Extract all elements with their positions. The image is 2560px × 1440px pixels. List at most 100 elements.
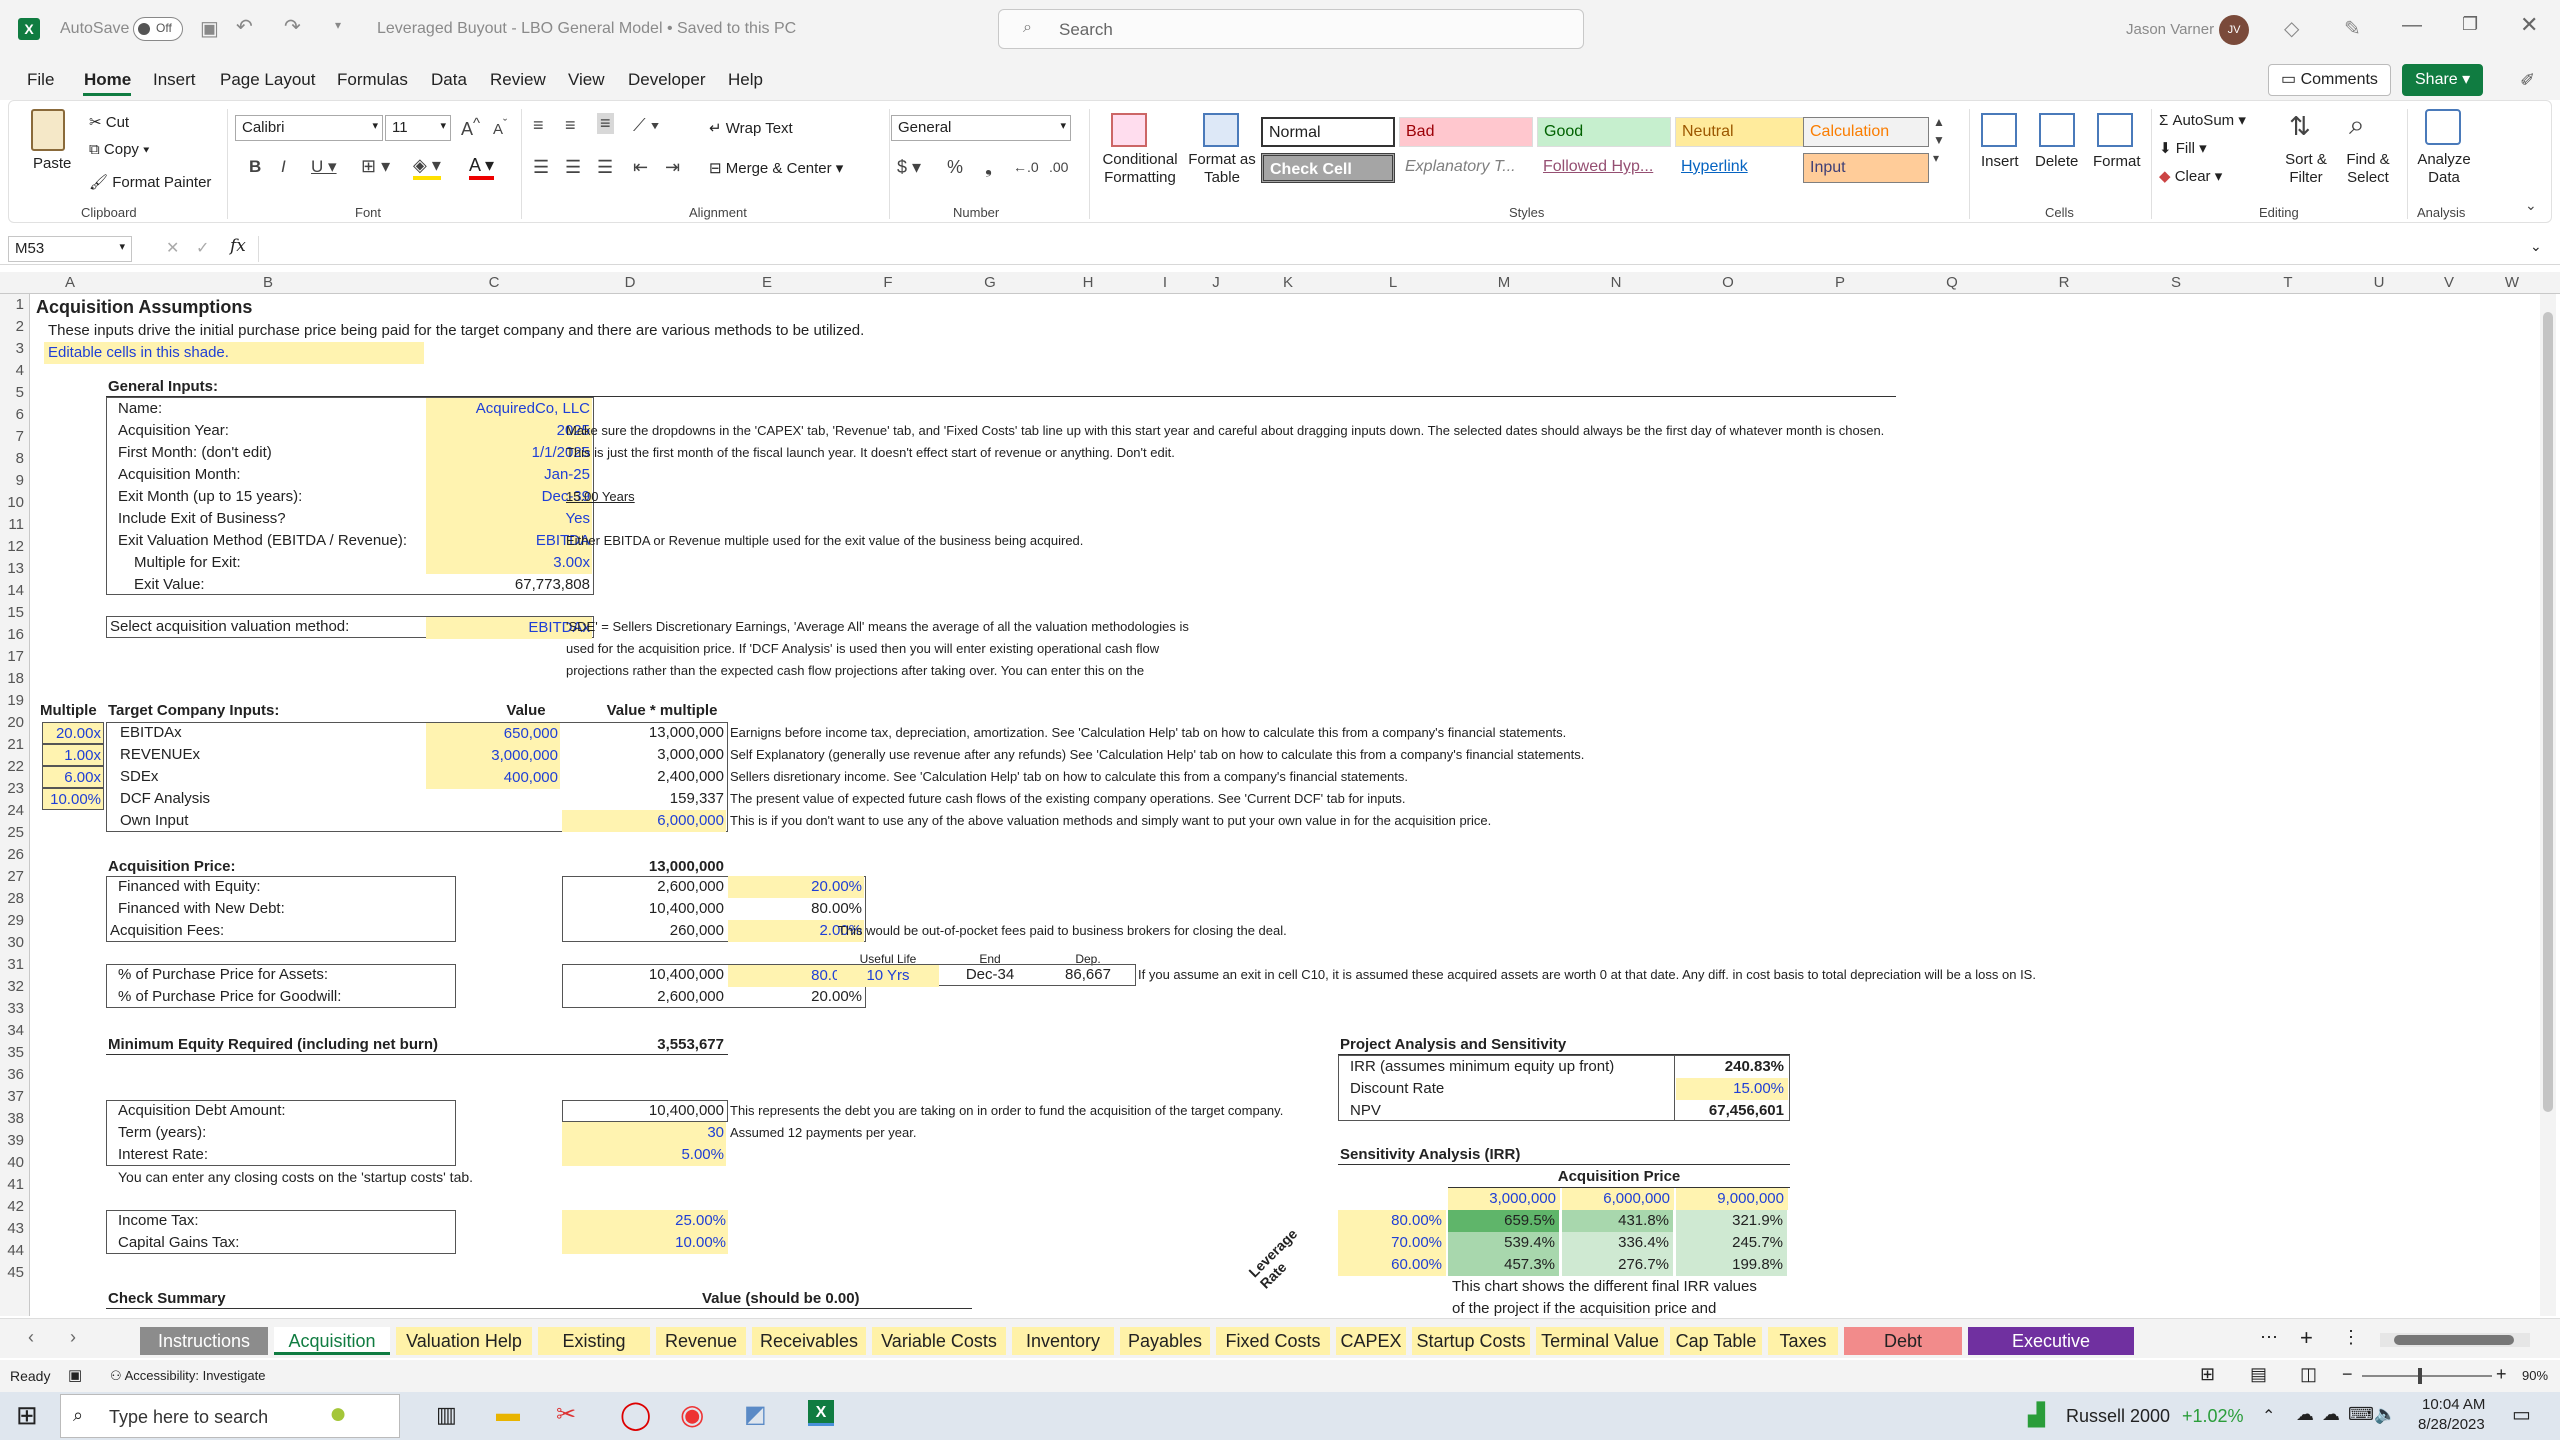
analyze-data-button[interactable]: Analyze Data bbox=[2417, 151, 2471, 187]
row-header[interactable]: 7 bbox=[0, 428, 24, 445]
row-header[interactable]: 14 bbox=[0, 582, 24, 599]
expand-formula-icon[interactable]: ⌄ bbox=[2530, 238, 2542, 255]
row-header[interactable]: 12 bbox=[0, 538, 24, 555]
row-header[interactable]: 39 bbox=[0, 1132, 24, 1149]
tax-value[interactable]: 25.00% bbox=[562, 1210, 728, 1232]
col-header[interactable]: J bbox=[1194, 274, 1238, 291]
general-input-value[interactable]: Yes bbox=[426, 508, 592, 530]
vertical-scroll-thumb[interactable] bbox=[2543, 312, 2553, 1112]
opera-icon[interactable]: ◯ bbox=[620, 1398, 651, 1431]
col-header[interactable]: Q bbox=[1896, 274, 2008, 291]
task-view-icon[interactable]: ▥ bbox=[436, 1402, 457, 1428]
zoom-slider[interactable] bbox=[2362, 1368, 2492, 1384]
insert-cells-icon[interactable] bbox=[1981, 113, 2017, 147]
row-header[interactable]: 18 bbox=[0, 670, 24, 687]
zoom-out-icon[interactable]: − bbox=[2342, 1364, 2353, 1385]
currency-icon[interactable]: $ ▾ bbox=[897, 157, 921, 178]
row-header[interactable]: 6 bbox=[0, 406, 24, 423]
minimize-icon[interactable]: — bbox=[2402, 14, 2422, 37]
increase-font-icon[interactable]: A^ bbox=[461, 115, 480, 140]
menu-review[interactable]: Review bbox=[490, 70, 546, 90]
row-header[interactable]: 41 bbox=[0, 1176, 24, 1193]
page-break-view-icon[interactable]: ◫ bbox=[2300, 1364, 2317, 1385]
col-header[interactable]: O bbox=[1672, 274, 1784, 291]
menu-insert[interactable]: Insert bbox=[153, 70, 196, 90]
target-value[interactable]: 400,000 bbox=[426, 767, 560, 789]
row-header[interactable]: 5 bbox=[0, 384, 24, 401]
taskbar-search[interactable]: ⌕ Type here to search ● bbox=[60, 1394, 400, 1438]
col-header[interactable]: F bbox=[836, 274, 940, 291]
assets-life[interactable]: 10 Yrs bbox=[837, 965, 939, 987]
file-explorer-icon[interactable]: ▬ bbox=[496, 1400, 520, 1428]
sort-filter-button[interactable]: Sort & Filter bbox=[2273, 151, 2339, 187]
col-header[interactable]: B bbox=[110, 274, 426, 291]
col-header[interactable]: G bbox=[940, 274, 1040, 291]
align-center-icon[interactable]: ☰ bbox=[565, 157, 581, 178]
style-input[interactable]: Input bbox=[1803, 153, 1929, 183]
row-header[interactable]: 31 bbox=[0, 956, 24, 973]
general-input-value[interactable]: Jan-25 bbox=[426, 464, 592, 486]
menu-home[interactable]: Home bbox=[84, 70, 131, 90]
number-format-select[interactable]: General ▾ bbox=[891, 115, 1071, 141]
copy-button[interactable]: ⧉ Copy ▾ bbox=[89, 141, 149, 158]
find-icon[interactable]: ⌕ bbox=[2349, 109, 2365, 142]
tray-chevron-icon[interactable]: ⌃ bbox=[2262, 1406, 2275, 1426]
onedrive-icon[interactable]: ☁ bbox=[2296, 1404, 2314, 1425]
macro-icon[interactable]: ▣ bbox=[68, 1366, 82, 1384]
row-header[interactable]: 8 bbox=[0, 450, 24, 467]
general-input-value[interactable]: 3.00x bbox=[426, 552, 592, 574]
decrease-indent-icon[interactable]: ⇤ bbox=[633, 157, 648, 178]
search-box[interactable]: ⌕ Search bbox=[998, 9, 1584, 49]
sheet-tab[interactable]: Valuation Help bbox=[396, 1327, 532, 1355]
row-header[interactable]: 36 bbox=[0, 1066, 24, 1083]
cloud-icon[interactable]: ☁ bbox=[2322, 1404, 2340, 1425]
style-normal[interactable]: Normal bbox=[1261, 117, 1395, 147]
target-multiple[interactable]: 1.00x bbox=[42, 744, 104, 766]
menu-help[interactable]: Help bbox=[728, 70, 763, 90]
enter-icon[interactable]: ✓ bbox=[196, 238, 209, 258]
sheet-tab[interactable]: Startup Costs bbox=[1412, 1327, 1530, 1355]
wrap-text-button[interactable]: ↵ Wrap Text bbox=[709, 119, 793, 137]
fill-color-icon[interactable]: ◈ ▾ bbox=[413, 155, 441, 180]
col-header[interactable]: L bbox=[1338, 274, 1448, 291]
sensitivity-col-value[interactable]: 9,000,000 bbox=[1676, 1188, 1788, 1210]
align-right-icon[interactable]: ☰ bbox=[597, 157, 613, 178]
sheet-tab[interactable]: Fixed Costs bbox=[1216, 1327, 1330, 1355]
format-as-table-button[interactable]: Format as Table bbox=[1185, 151, 1259, 187]
row-header[interactable]: 30 bbox=[0, 934, 24, 951]
diamond-icon[interactable]: ◇ bbox=[2284, 16, 2299, 41]
row-header[interactable]: 44 bbox=[0, 1242, 24, 1259]
sensitivity-col-value[interactable]: 6,000,000 bbox=[1562, 1188, 1674, 1210]
sheet-tab[interactable]: Existing DCF bbox=[538, 1327, 650, 1379]
align-middle-icon[interactable]: ≡ bbox=[565, 115, 576, 136]
sheet-tab[interactable]: Taxes bbox=[1768, 1327, 1838, 1355]
sheet-tab[interactable]: Payables bbox=[1120, 1327, 1210, 1355]
name-box[interactable]: M53 ▾ bbox=[8, 236, 132, 262]
snip-tool-icon[interactable]: ✂ bbox=[556, 1400, 576, 1429]
style-neutral[interactable]: Neutral bbox=[1675, 117, 1809, 147]
cut-button[interactable]: ✂ Cut bbox=[89, 113, 129, 131]
sheet-tab[interactable]: Executive Summary bbox=[1968, 1327, 2134, 1379]
sensitivity-row-rate[interactable]: 80.00% bbox=[1338, 1210, 1446, 1232]
horizontal-scrollbar[interactable] bbox=[2380, 1333, 2530, 1347]
app-icon[interactable]: ◩ bbox=[744, 1400, 767, 1429]
normal-view-icon[interactable]: ⊞ bbox=[2200, 1364, 2215, 1385]
sheet-tab[interactable]: Revenue bbox=[656, 1327, 746, 1355]
row-header[interactable]: 29 bbox=[0, 912, 24, 929]
row-header[interactable]: 37 bbox=[0, 1088, 24, 1105]
accessibility-status[interactable]: ⚇ Accessibility: Investigate bbox=[110, 1368, 265, 1384]
col-header[interactable]: E bbox=[698, 274, 836, 291]
row-header[interactable]: 11 bbox=[0, 516, 24, 533]
target-multiple[interactable]: 10.00% bbox=[42, 788, 104, 810]
page-layout-view-icon[interactable]: ▤ bbox=[2250, 1364, 2267, 1385]
col-header[interactable]: N bbox=[1560, 274, 1672, 291]
style-calculation[interactable]: Calculation bbox=[1803, 117, 1929, 147]
italic-icon[interactable]: I bbox=[281, 157, 286, 177]
row-header[interactable]: 35 bbox=[0, 1044, 24, 1061]
zoom-level[interactable]: 90% bbox=[2522, 1368, 2548, 1383]
row-header[interactable]: 4 bbox=[0, 362, 24, 379]
orientation-icon[interactable]: ⟋ ▾ bbox=[633, 115, 659, 136]
menu-page-layout[interactable]: Page Layout bbox=[220, 70, 315, 90]
comments-button[interactable]: ▭ Comments bbox=[2268, 64, 2391, 96]
excel-taskbar-icon[interactable]: X bbox=[808, 1400, 834, 1426]
